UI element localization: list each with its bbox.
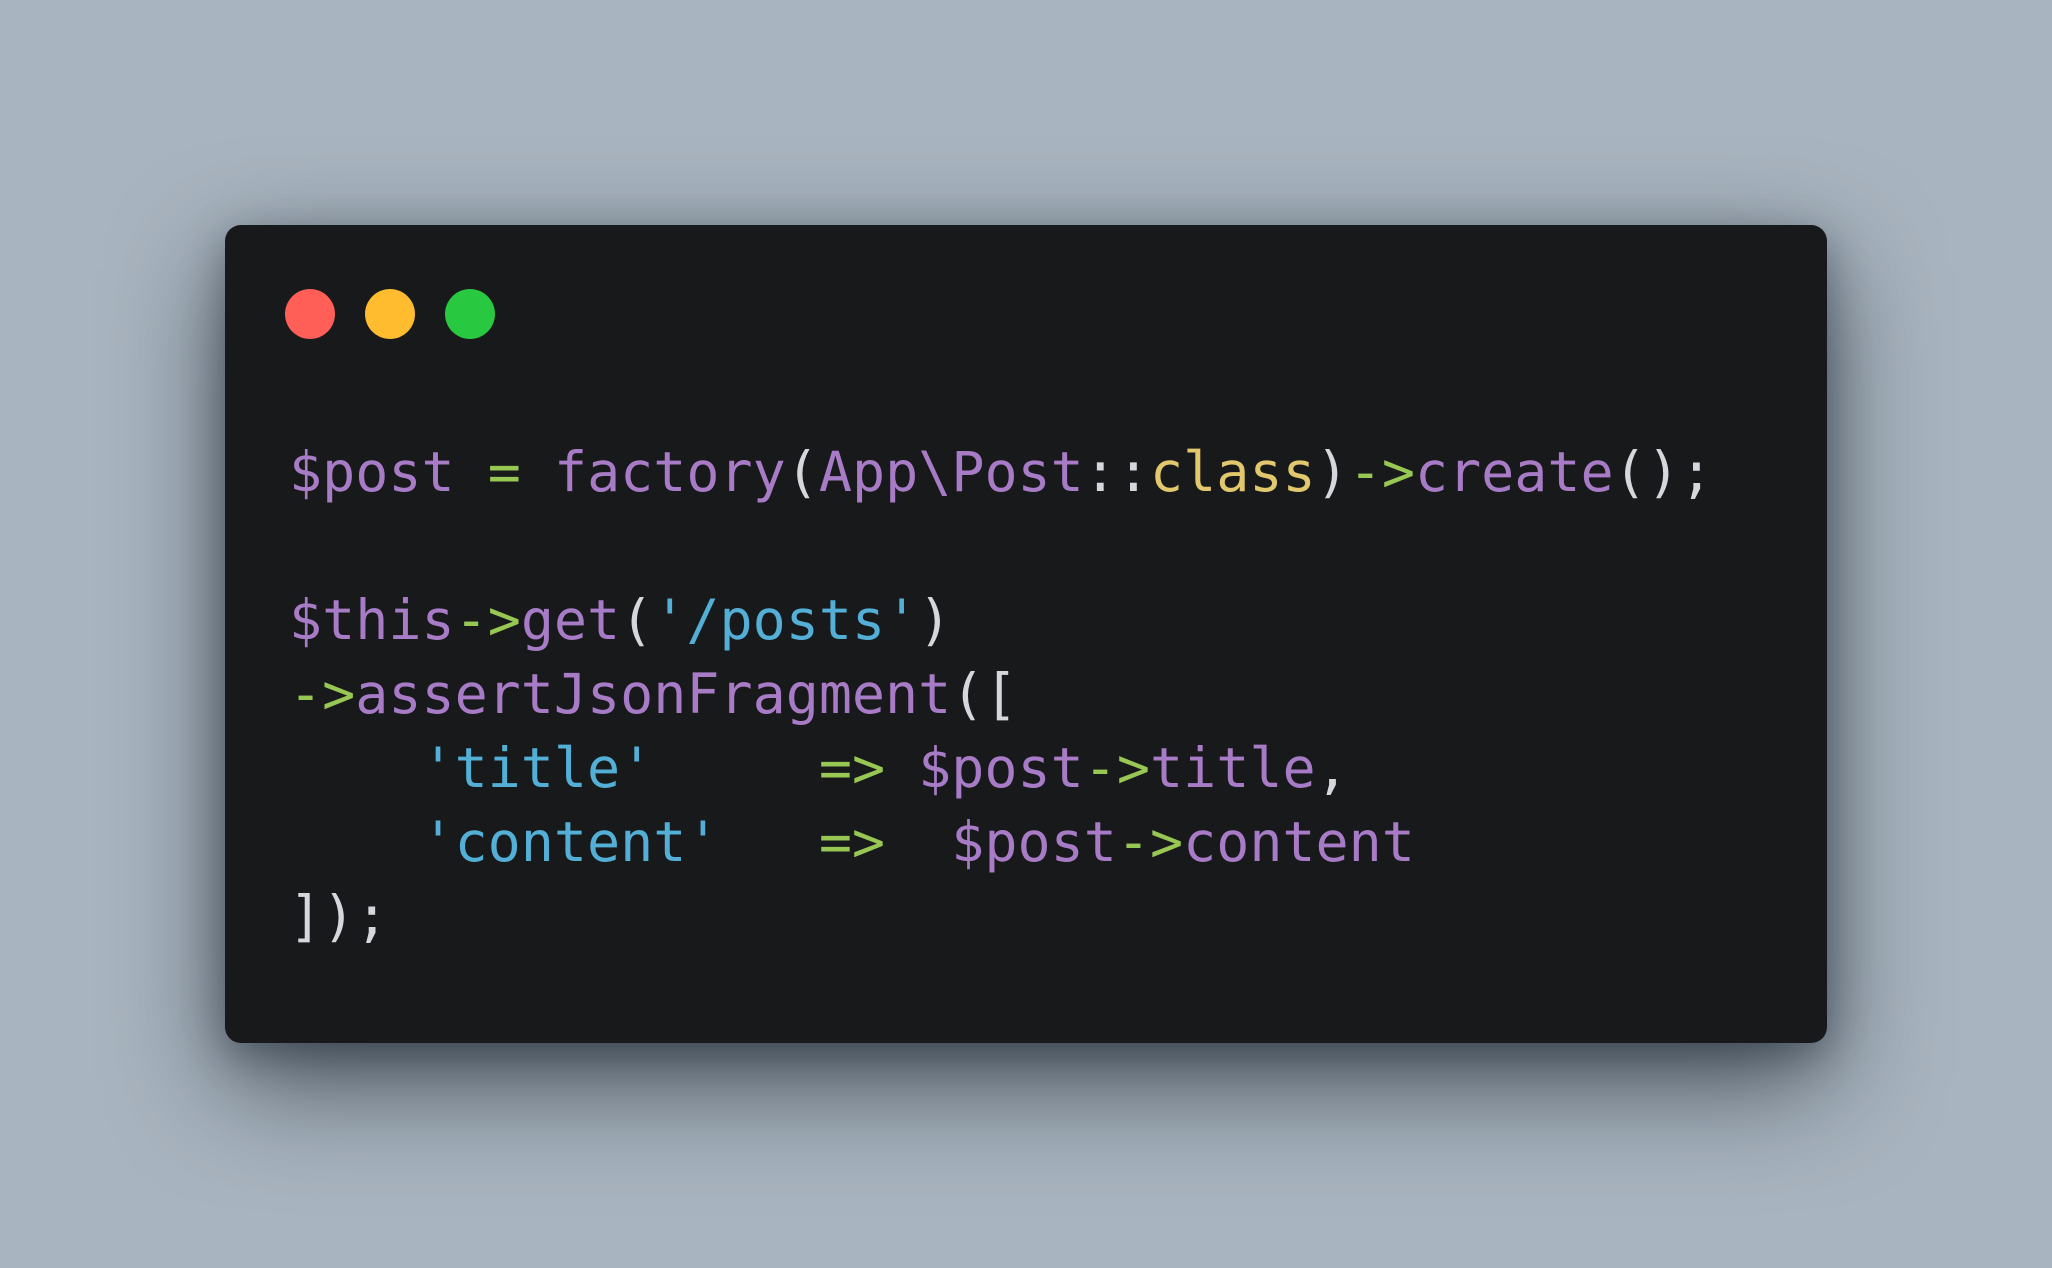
code-line: 'title' => $post->title, [289,731,1713,805]
code-punctuation [719,810,818,874]
code-variable: App\Post [818,440,1084,504]
code-line: ]); [289,879,1713,953]
code-punctuation [885,810,951,874]
code-operator: -> [1083,736,1150,800]
maximize-button[interactable] [445,289,495,339]
code-window: $post = factory(App\Post::class)->create… [225,225,1827,1043]
code-string: 'content' [421,810,720,874]
code-string: 'title' [421,736,654,800]
code-punctuation: , [1315,736,1349,800]
code-identifier: assertJsonFragment [355,662,952,726]
code-identifier: factory [553,440,786,504]
window-controls [285,289,495,339]
code-punctuation [521,440,554,504]
code-line: $post = factory(App\Post::class)->create… [289,435,1713,509]
code-variable: $post [951,810,1117,874]
close-button[interactable] [285,289,335,339]
code-keyword: class [1150,440,1316,504]
code-punctuation: (); [1613,440,1713,504]
code-identifier: create [1414,440,1614,504]
minimize-button[interactable] [365,289,415,339]
code-punctuation: ( [620,588,654,652]
code-punctuation: ( [785,440,819,504]
code-block: $post = factory(App\Post::class)->create… [289,435,1713,953]
code-operator: => [818,810,886,874]
code-variable: $post [918,736,1084,800]
code-punctuation [289,736,421,800]
code-operator: -> [289,662,356,726]
code-identifier: title [1150,736,1316,800]
code-punctuation: ([ [951,662,1018,726]
code-string: '/posts' [653,588,919,652]
code-line: $this->get('/posts') [289,583,1713,657]
code-variable: $post [289,440,455,504]
code-punctuation [653,736,819,800]
code-operator: = [487,440,521,504]
code-identifier: content [1183,810,1415,874]
code-operator: -> [1348,440,1415,504]
code-identifier: get [520,588,621,652]
code-line: ->assertJsonFragment([ [289,657,1713,731]
code-punctuation: ) [918,588,952,652]
code-punctuation [289,810,421,874]
code-punctuation [455,440,488,504]
code-operator: -> [454,588,521,652]
code-operator: -> [1116,810,1184,874]
code-line: 'content' => $post->content [289,805,1713,879]
code-variable: $this [289,588,455,652]
code-punctuation [885,736,918,800]
code-punctuation: ]); [289,884,389,948]
code-operator: => [818,736,886,800]
code-punctuation: :: [1083,440,1151,504]
code-punctuation: ) [1315,440,1349,504]
